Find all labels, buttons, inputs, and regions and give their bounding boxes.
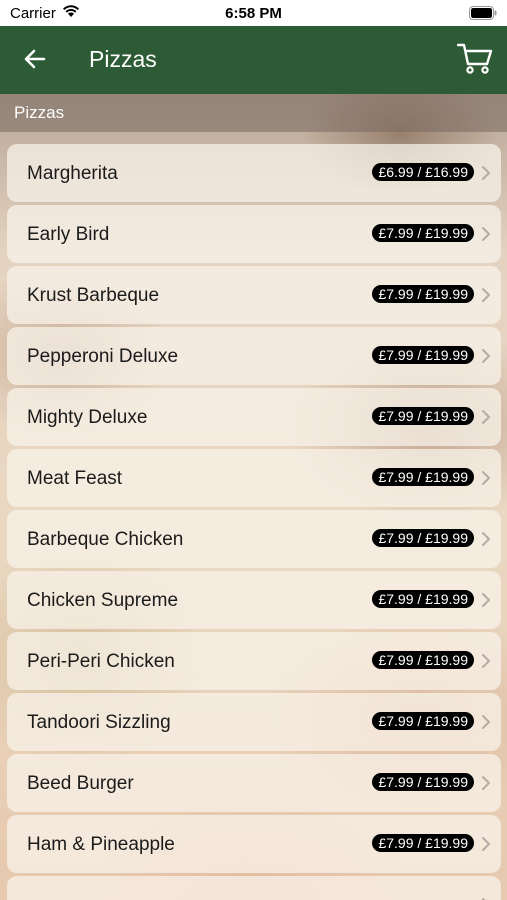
chevron-right-icon: [482, 288, 490, 302]
menu-item-name: Pepperoni Deluxe: [27, 346, 179, 367]
menu-item-row[interactable]: Meat Feast £7.99 / £19.99: [7, 449, 501, 507]
menu-item-row[interactable]: Krust Barbeque £7.99 / £19.99: [7, 266, 501, 324]
menu-item-row[interactable]: Early Bird £7.99 / £19.99: [7, 205, 501, 263]
menu-item-row[interactable]: Beed Burger £7.99 / £19.99: [7, 754, 501, 812]
menu-item-name: Chicken Supreme: [27, 590, 179, 611]
chevron-right-icon: [482, 166, 490, 180]
menu-item-row[interactable]: Margherita £6.99 / £16.99: [7, 144, 501, 202]
menu-item-name: Margherita: [27, 163, 118, 184]
battery-icon: [469, 6, 497, 20]
menu-item-name: Krust Barbeque: [27, 285, 160, 306]
page-title: Pizzas: [89, 46, 157, 72]
menu-item-row[interactable]: Chicken Supreme £7.99 / £19.99: [7, 571, 501, 629]
price-badge: £7.99 / £19.99: [372, 834, 474, 852]
menu-item-name: Meat Feast: [27, 468, 123, 489]
cart-icon[interactable]: [457, 42, 493, 76]
chevron-right-icon: [482, 776, 490, 790]
price-badge: £7.99 / £19.99: [372, 773, 474, 791]
menu-item-name: Mighty Deluxe: [27, 407, 148, 428]
menu-item-row[interactable]: Ham & Pineapple £7.99 / £19.99: [7, 815, 501, 873]
menu-item-name: Beed Burger: [27, 773, 134, 794]
price-badge: £7.99 / £19.99: [372, 529, 474, 547]
chevron-right-icon: [482, 837, 490, 851]
menu-item-row[interactable]: Tandoori Sizzling £7.99 / £19.99: [7, 693, 501, 751]
menu-item-name: Ham & Pineapple: [27, 834, 175, 855]
menu-item-row[interactable]: Peri-Peri Chicken £7.99 / £19.99: [7, 632, 501, 690]
price-badge: £7.99 / £19.99: [372, 468, 474, 486]
clock: 6:58 PM: [225, 5, 282, 22]
navigation-bar: Pizzas: [0, 26, 507, 94]
pizza-list: Margherita £6.99 / £16.99 Early Bird £7.99 …: [7, 144, 501, 900]
menu-item-name: Tandoori Sizzling: [27, 712, 171, 733]
menu-item-row[interactable]: Barbeque Chicken £7.99 / £19.99: [7, 510, 501, 568]
chevron-right-icon: [482, 349, 490, 363]
menu-item-name: Early Bird: [27, 224, 110, 245]
chevron-right-icon: [482, 471, 490, 485]
price-badge: £7.99 / £19.99: [372, 285, 474, 303]
back-arrow-icon[interactable]: [22, 46, 48, 72]
price-badge: £6.99 / £16.99: [372, 163, 474, 181]
menu-item-row[interactable]: Pepperoni Deluxe £7.99 / £19.99: [7, 327, 501, 385]
status-bar: Carrier 6:58 PM: [0, 0, 507, 26]
price-badge: £7.99 / £19.99: [372, 712, 474, 730]
chevron-right-icon: [482, 532, 490, 546]
price-badge: £7.99 / £19.99: [372, 224, 474, 242]
menu-item-name: Peri-Peri Chicken: [27, 651, 175, 672]
menu-item-row[interactable]: Mighty Deluxe £7.99 / £19.99: [7, 388, 501, 446]
price-badge: £7.99 / £19.99: [372, 590, 474, 608]
section-header: Pizzas: [0, 94, 507, 132]
menu-item-name: Barbeque Chicken: [27, 529, 184, 550]
chevron-right-icon: [482, 227, 490, 241]
price-badge: £7.99 / £19.99: [372, 651, 474, 669]
chevron-right-icon: [482, 654, 490, 668]
price-badge: £7.99 / £19.99: [372, 346, 474, 364]
menu-item-row[interactable]: [7, 876, 501, 900]
chevron-right-icon: [482, 410, 490, 424]
chevron-right-icon: [482, 593, 490, 607]
price-badge: £7.99 / £19.99: [372, 407, 474, 425]
chevron-right-icon: [482, 715, 490, 729]
section-title: Pizzas: [14, 103, 65, 122]
